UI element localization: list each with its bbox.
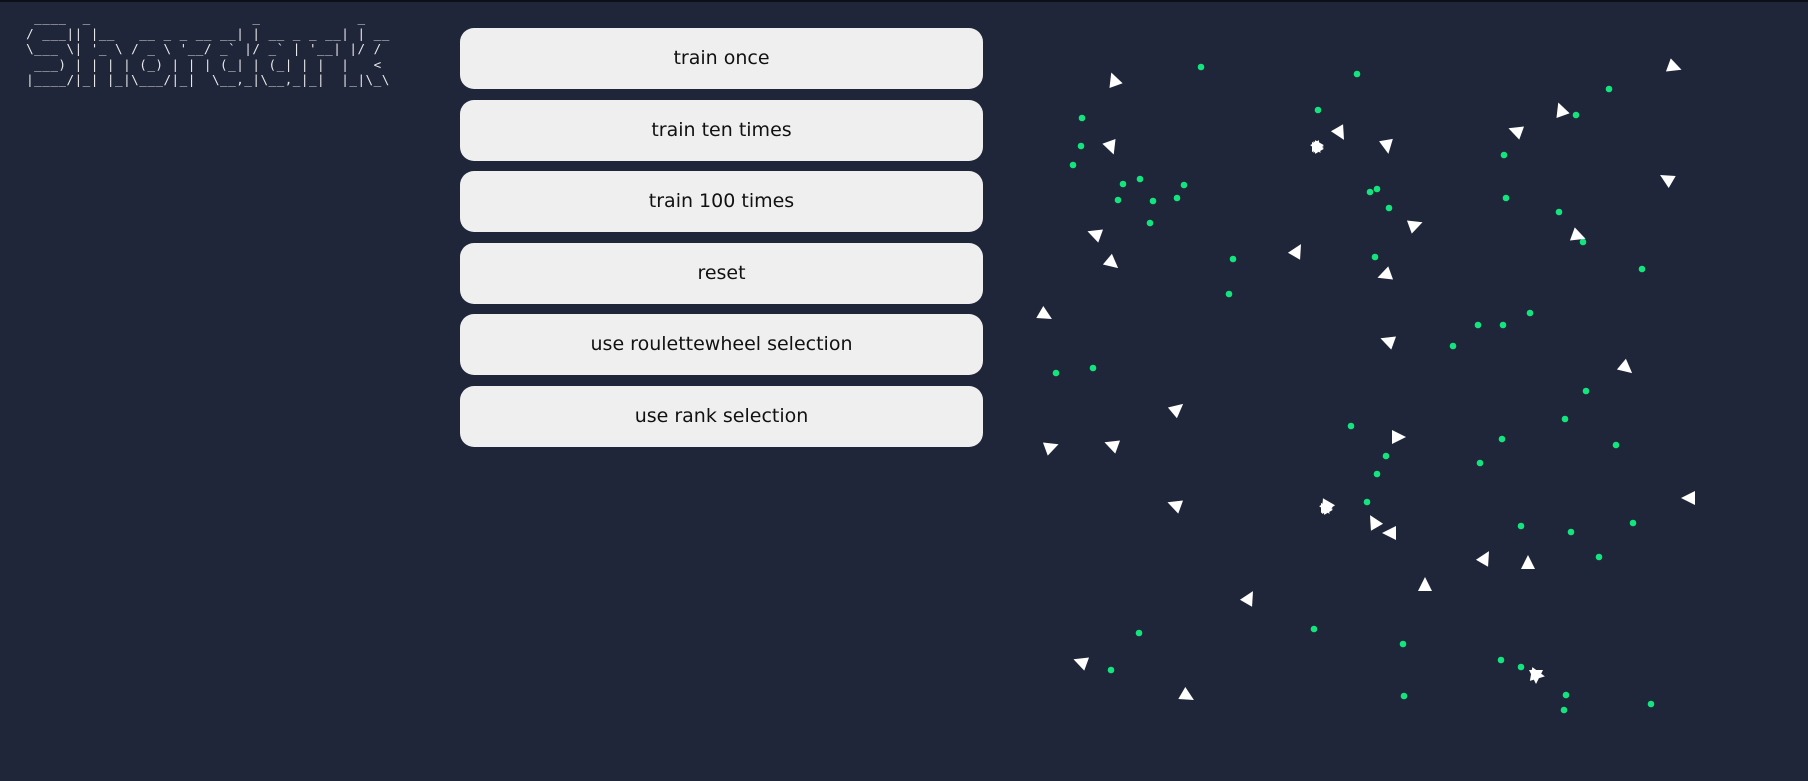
food-pellet — [1197, 63, 1205, 71]
agent-triangle — [1073, 657, 1090, 671]
food-pellet — [1561, 415, 1569, 423]
food-pellet — [1526, 309, 1534, 317]
food-pellet — [1225, 290, 1233, 298]
food-pellet — [1517, 663, 1525, 671]
agent-triangle — [1475, 551, 1489, 567]
rank-selection-button[interactable]: use rank selection — [460, 385, 983, 447]
agent-triangle — [1370, 515, 1384, 531]
food-pellet — [1149, 197, 1157, 205]
food-pellet — [1107, 666, 1115, 674]
food-pellet — [1180, 181, 1188, 189]
agent-triangle — [1239, 591, 1253, 607]
agent-triangle — [1665, 58, 1682, 72]
simulation-canvas — [1036, 58, 1695, 714]
food-pellet — [1363, 498, 1371, 506]
food-pellet — [1373, 185, 1381, 193]
agent-triangle — [1380, 336, 1397, 350]
food-pellet — [1582, 387, 1590, 395]
food-pellet — [1373, 470, 1381, 478]
food-pellet — [1474, 321, 1482, 329]
agent-triangle — [1377, 266, 1394, 280]
agent-triangle — [1036, 305, 1052, 319]
food-pellet — [1500, 151, 1508, 159]
food-pellet — [1173, 194, 1181, 202]
food-pellet — [1555, 208, 1563, 216]
agent-triangle — [1508, 126, 1525, 140]
food-pellet — [1629, 519, 1637, 527]
agent-triangle — [1167, 403, 1184, 419]
agent-triangle — [1660, 175, 1676, 189]
reset-button[interactable]: reset — [460, 242, 983, 304]
food-pellet — [1605, 85, 1613, 93]
agent-triangle — [1616, 358, 1633, 374]
food-pellet — [1499, 321, 1507, 329]
ascii-logo: ____ _ _ _ / ___|| |__ __ _ _ __ __| | _… — [26, 10, 390, 87]
agent-triangle — [1392, 430, 1406, 444]
food-pellet — [1119, 180, 1127, 188]
agent-triangle — [1104, 440, 1121, 454]
food-pellet — [1366, 188, 1374, 196]
food-pellet — [1382, 452, 1390, 460]
roulettewheel-selection-button[interactable]: use roulettewheel selection — [460, 314, 983, 375]
food-pellet — [1562, 691, 1570, 699]
agent-triangle — [1406, 220, 1423, 234]
agent-triangle — [1681, 491, 1695, 505]
agent-triangle — [1102, 138, 1116, 155]
food-pellet — [1567, 528, 1575, 536]
food-pellet — [1476, 459, 1484, 467]
food-pellet — [1078, 114, 1086, 122]
food-pellet — [1502, 194, 1510, 202]
food-pellet — [1400, 692, 1408, 700]
agent-triangle — [1109, 72, 1123, 89]
food-pellet — [1647, 700, 1655, 708]
agent-triangle — [1287, 244, 1301, 260]
train-ten-times-button[interactable]: train ten times — [460, 99, 983, 161]
agent-triangle — [1418, 577, 1432, 591]
food-pellet — [1310, 625, 1318, 633]
agent-triangle — [1087, 229, 1104, 243]
food-pellet — [1229, 255, 1237, 263]
food-pellet — [1135, 629, 1143, 637]
food-pellet — [1572, 111, 1580, 119]
control-panel: train once train ten times train 100 tim… — [460, 28, 983, 457]
food-pellet — [1517, 522, 1525, 530]
agent-triangle — [1102, 253, 1119, 269]
food-pellet — [1371, 253, 1379, 261]
train-once-button[interactable]: train once — [460, 28, 983, 89]
agent-triangle — [1556, 102, 1570, 119]
food-pellet — [1069, 161, 1077, 169]
agent-triangle — [1042, 442, 1059, 456]
agent-triangle — [1521, 555, 1535, 569]
food-pellet — [1498, 435, 1506, 443]
food-pellet — [1579, 238, 1587, 246]
agent-triangle — [1379, 138, 1393, 154]
food-pellet — [1136, 175, 1144, 183]
food-pellet — [1146, 219, 1154, 227]
food-pellet — [1385, 204, 1393, 212]
food-pellet — [1052, 369, 1060, 377]
agent-triangle — [1167, 500, 1184, 514]
agent-triangle — [1330, 124, 1344, 140]
food-pellet — [1612, 441, 1620, 449]
food-pellet — [1497, 656, 1505, 664]
food-pellet — [1347, 422, 1355, 430]
food-pellet — [1114, 196, 1122, 204]
food-pellet — [1638, 265, 1646, 273]
food-pellet — [1089, 364, 1097, 372]
food-pellet — [1449, 342, 1457, 350]
agent-triangle — [1178, 686, 1194, 700]
food-pellet — [1595, 553, 1603, 561]
food-pellet — [1314, 106, 1322, 114]
food-pellet — [1353, 70, 1361, 78]
agent-triangle — [1382, 526, 1396, 540]
food-pellet — [1077, 142, 1085, 150]
train-100-times-button[interactable]: train 100 times — [460, 171, 983, 232]
food-pellet — [1560, 706, 1568, 714]
food-pellet — [1399, 640, 1407, 648]
